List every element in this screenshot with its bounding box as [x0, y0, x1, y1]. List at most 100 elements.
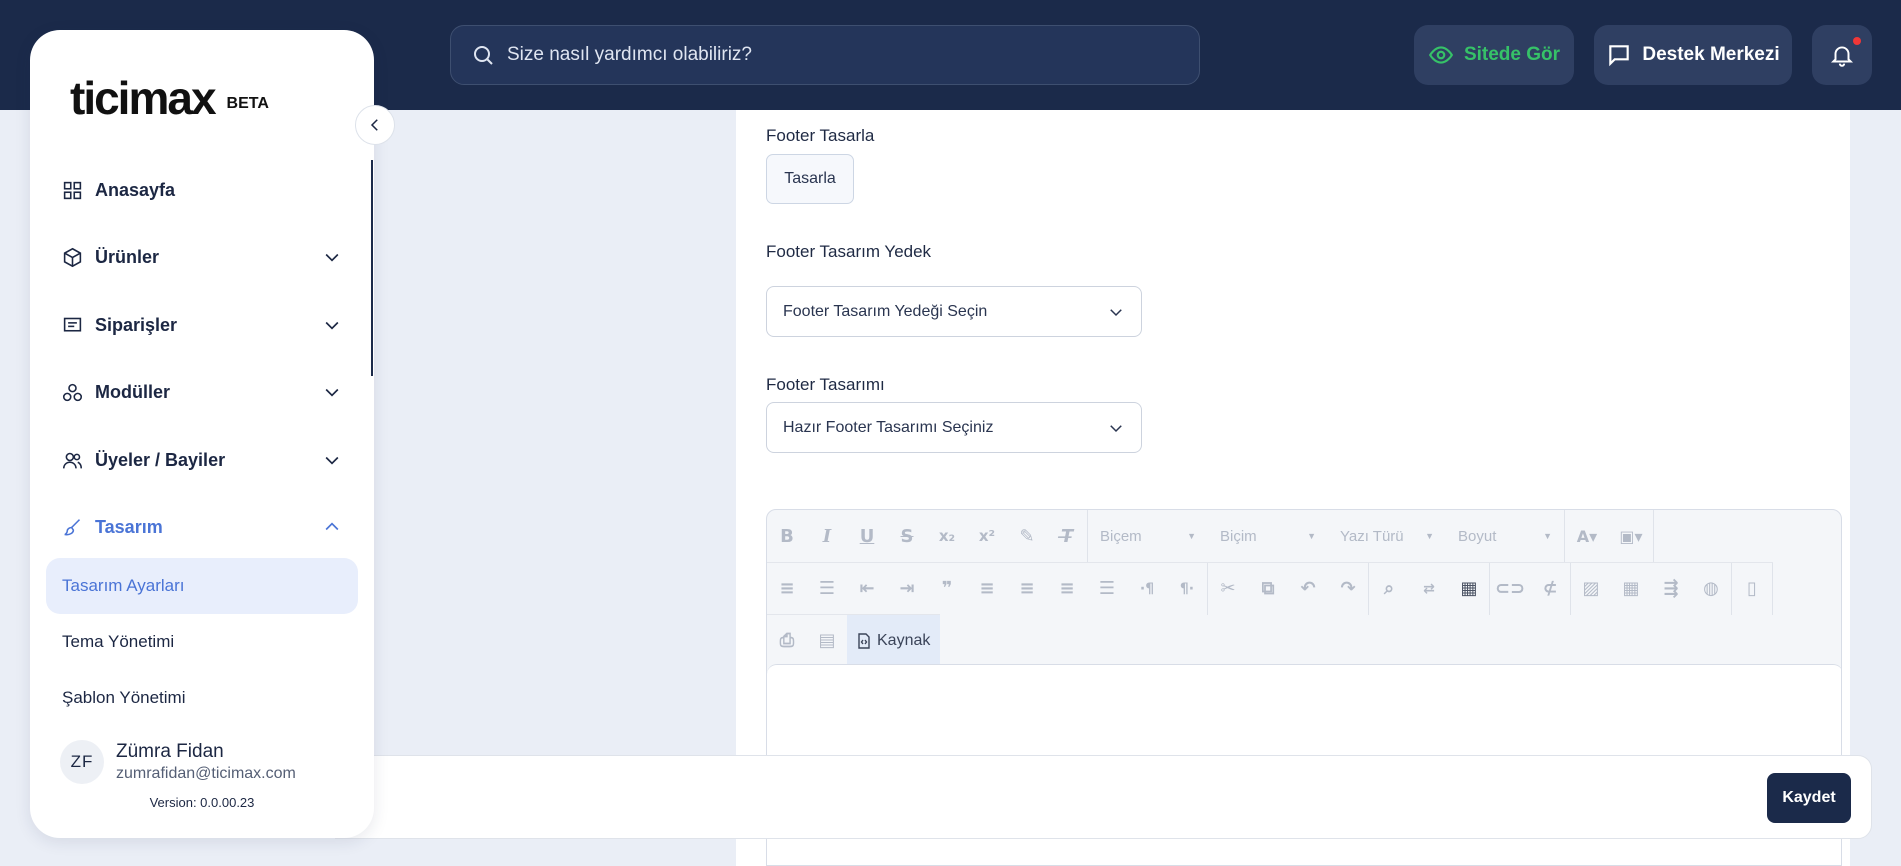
chevron-down-icon	[325, 388, 339, 397]
list-icon	[63, 317, 82, 332]
rtl-icon[interactable]: ¶·	[1167, 563, 1207, 615]
user-profile[interactable]: ZF Zümra Fidan zumrafidan@ticimax.com	[60, 740, 296, 784]
image-icon[interactable]: ▨	[1571, 563, 1611, 615]
sidebar-scrollbar[interactable]	[371, 160, 373, 376]
link-icon[interactable]: ⊂⊃	[1490, 563, 1530, 615]
size-dropdown[interactable]: Boyut ▼	[1446, 510, 1564, 562]
numbered-list-icon[interactable]: ≡	[767, 563, 807, 615]
view-site-label: Sitede Gör	[1463, 44, 1561, 65]
design-button[interactable]: Tasarla	[766, 154, 854, 204]
align-center-icon[interactable]: ≡	[1007, 563, 1047, 615]
editor-toolbar-row-1: B I U S x₂ x² ✎ T̶ Biçem ▼ Biçim ▼ Yazı Tü…	[767, 510, 1654, 562]
sidebar-item-design[interactable]: Tasarım	[62, 510, 342, 544]
table-icon[interactable]: ▦	[1611, 563, 1651, 615]
sidebar-item-home[interactable]: Anasayfa	[62, 173, 342, 207]
text-color-icon[interactable]: A▾	[1565, 510, 1609, 562]
source-button[interactable]: Kaynak	[847, 614, 941, 667]
justify-icon[interactable]: ☰	[1087, 563, 1127, 615]
sidebar-item-products[interactable]: Ürünler	[62, 240, 342, 274]
sidebar-item-label: Anasayfa	[95, 179, 176, 200]
chevron-down-icon	[1110, 308, 1122, 316]
brush-icon	[64, 518, 81, 535]
support-center-button[interactable]: Destek Merkezi	[1594, 25, 1792, 85]
user-name: Zümra Fidan	[116, 741, 224, 762]
sidebar-subitem-design-settings[interactable]: Tasarım Ayarları	[46, 558, 358, 614]
iframe-icon[interactable]: ◍	[1691, 563, 1731, 615]
increase-indent-icon[interactable]: ⇥	[887, 563, 927, 615]
editor-toolbar-row-3: ⎙ ▤ Kaynak	[767, 614, 941, 667]
sidebar-item-orders[interactable]: Siparişler	[62, 308, 342, 342]
cut-icon[interactable]: ✂	[1208, 563, 1248, 615]
collapse-sidebar-button[interactable]	[355, 105, 395, 145]
footer-backup-select[interactable]: Footer Tasarım Yedeği Seçin	[766, 286, 1142, 337]
footer-template-select[interactable]: Hazır Footer Tasarımı Seçiniz	[766, 402, 1142, 453]
bullet-list-icon[interactable]: ☰	[807, 563, 847, 615]
support-center-label: Destek Merkezi	[1642, 44, 1780, 65]
bottom-action-bar: Kaydet	[335, 755, 1872, 839]
copy-format-icon[interactable]: ✎	[1007, 510, 1047, 562]
underline-icon[interactable]: U	[847, 510, 887, 562]
sidebar-item-modules[interactable]: Modüller	[62, 375, 342, 409]
chat-icon	[1609, 45, 1630, 67]
footer-backup-select-value: Footer Tasarım Yedeği Seçin	[783, 302, 988, 320]
superscript-icon[interactable]: x²	[967, 510, 1007, 562]
align-right-icon[interactable]: ≡	[1047, 563, 1087, 615]
design-settings-panel: Footer Tasarla Tasarla Footer Tasarım Ye…	[736, 110, 1850, 866]
italic-icon[interactable]: I	[807, 510, 847, 562]
remove-format-icon[interactable]: T̶	[1047, 510, 1087, 562]
box-icon	[63, 247, 82, 267]
sidebar-subitem-template-management[interactable]: Şablon Yönetimi	[46, 670, 358, 726]
background-color-icon[interactable]: ▣▾	[1609, 510, 1653, 562]
undo-icon[interactable]: ↶	[1288, 563, 1328, 615]
users-icon	[62, 452, 83, 468]
grid-icon	[63, 181, 82, 199]
footer-template-select-value: Hazır Footer Tasarımı Seçiniz	[783, 418, 994, 436]
bold-icon[interactable]: B	[767, 510, 807, 562]
search-icon	[474, 46, 493, 65]
eye-icon	[1428, 46, 1454, 64]
horizontal-line-icon[interactable]: ⇶	[1651, 563, 1691, 615]
print-icon[interactable]: ⎙	[767, 615, 807, 667]
unlink-icon[interactable]: ⊄	[1530, 563, 1570, 615]
beta-badge: BETA	[226, 95, 269, 112]
find-icon[interactable]: ⌕	[1369, 563, 1409, 615]
chevron-up-icon	[325, 522, 339, 531]
source-button-label: Kaynak	[877, 631, 931, 649]
sidebar: ticimax BETA Anasayfa Ürünler Siparişler…	[30, 30, 395, 838]
search-input[interactable]	[507, 44, 1147, 66]
strikethrough-icon[interactable]: S	[887, 510, 927, 562]
copy-icon[interactable]: ⧉	[1248, 563, 1288, 615]
search-box[interactable]	[450, 25, 1200, 85]
align-left-icon[interactable]: ≡	[967, 563, 1007, 615]
sidebar-item-label: Üyeler / Bayiler	[95, 449, 226, 470]
select-all-icon[interactable]: ▦	[1449, 563, 1489, 615]
sidebar-subitem-theme-management[interactable]: Tema Yönetimi	[46, 614, 358, 670]
ltr-icon[interactable]: ·¶	[1127, 563, 1167, 615]
bell-icon	[1830, 46, 1854, 67]
decrease-indent-icon[interactable]: ⇤	[847, 563, 887, 615]
chevron-down-icon	[325, 321, 339, 330]
sidebar-item-label: Modüller	[95, 381, 170, 402]
footer-backup-label: Footer Tasarım Yedek	[766, 242, 932, 261]
blockquote-icon[interactable]: ❞	[927, 563, 967, 615]
paragraph-format-dropdown[interactable]: Biçim ▼	[1208, 510, 1328, 562]
redo-icon[interactable]: ↷	[1328, 563, 1368, 615]
preview-icon[interactable]: ▤	[807, 615, 847, 667]
notification-dot	[1853, 37, 1861, 45]
format-dropdown[interactable]: Biçem ▼	[1088, 510, 1208, 562]
app-version: Version: 0.0.00.23	[149, 795, 255, 810]
notifications-button[interactable]	[1812, 25, 1872, 85]
font-dropdown[interactable]: Yazı Türü ▼	[1328, 510, 1446, 562]
replace-icon[interactable]: ⇄	[1409, 563, 1449, 615]
view-site-button[interactable]: Sitede Gör	[1414, 25, 1574, 85]
footer-template-label: Footer Tasarımı	[766, 375, 885, 394]
save-button[interactable]: Kaydet	[1767, 773, 1851, 823]
sidebar-item-label: Siparişler	[95, 314, 178, 335]
brand-logo[interactable]: ticimax BETA	[70, 75, 269, 121]
page-break-icon[interactable]: ▯	[1732, 563, 1772, 615]
sidebar-item-members[interactable]: Üyeler / Bayiler	[62, 443, 342, 477]
chevron-down-icon	[325, 456, 339, 465]
modules-icon	[62, 383, 83, 401]
subscript-icon[interactable]: x₂	[927, 510, 967, 562]
editor-toolbar-row-2: ≡ ☰ ⇤ ⇥ ❞ ≡ ≡ ≡ ☰ ·¶ ¶· ✂ ⧉ ↶ ↷ ⌕ ⇄ ▦ ⊂⊃…	[767, 562, 1773, 615]
